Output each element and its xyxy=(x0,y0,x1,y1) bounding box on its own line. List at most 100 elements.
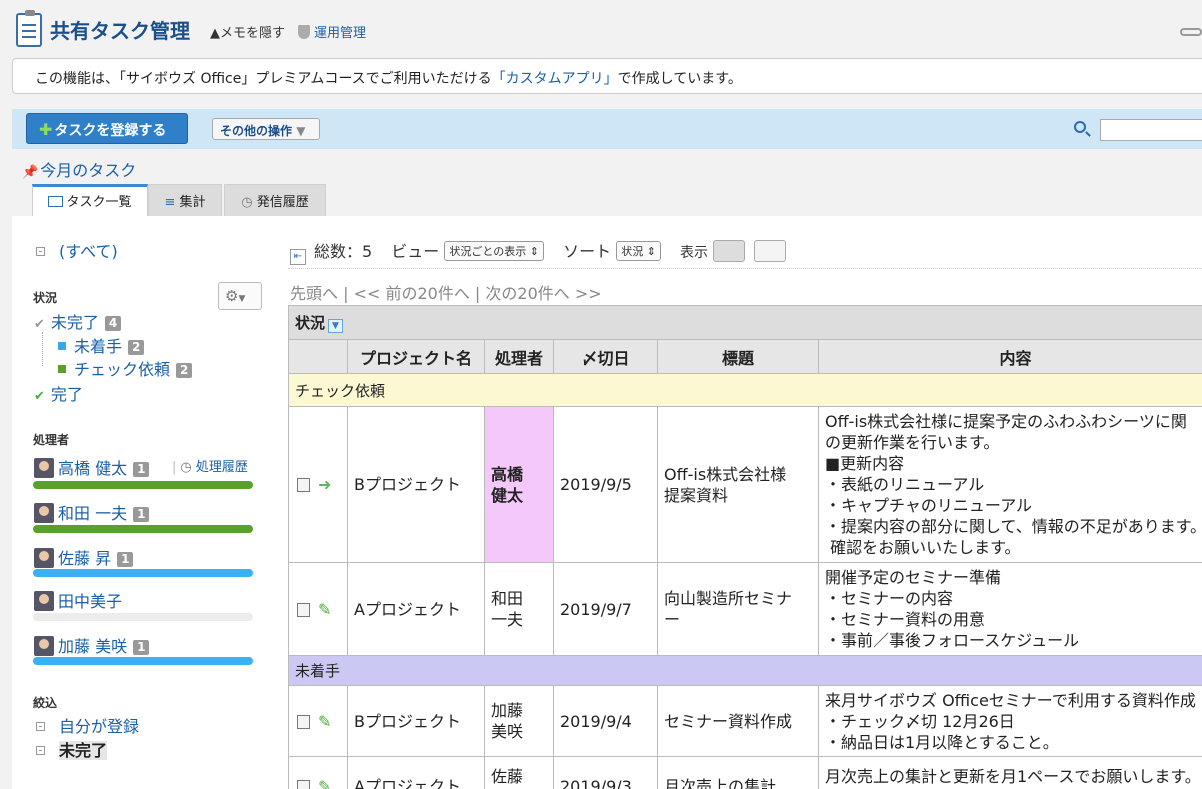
table-row[interactable]: ➜ Bプロジェクト 高橋 健太 2019/9/5 Off-is株式会社様 提案資… xyxy=(288,406,1202,563)
admin-label: 運用管理 xyxy=(314,26,367,41)
search-input[interactable] xyxy=(1100,119,1202,141)
view-label: ビュー xyxy=(391,242,440,261)
admin-link[interactable]: 運用管理 xyxy=(298,22,366,41)
status-item-not-started[interactable]: 未着手 2 xyxy=(58,333,145,357)
pencil-icon[interactable]: ✎ xyxy=(318,712,331,731)
filter-incomplete[interactable]: 未完了 xyxy=(36,737,108,761)
cell-content: 月次売上の集計と更新を月1ペースでお願いします。 ・蓄積している取引先データの読… xyxy=(817,756,1202,789)
pager: 先頭へ | << 前の20件へ | 次の20件へ >> xyxy=(290,284,602,303)
table-row[interactable]: ✎ Aプロジェクト 佐藤 昇 2019/9/3 月次売上の集計 月次売上の集計と… xyxy=(288,756,1202,789)
pencil-icon[interactable]: ✎ xyxy=(318,600,331,619)
tab-summary[interactable]: ≡ 集計 xyxy=(148,184,222,216)
expand-icon xyxy=(36,746,45,755)
cell-title[interactable]: Off-is株式会社様 提案資料 xyxy=(657,406,819,563)
plus-icon: ✚ xyxy=(39,120,53,139)
table-row[interactable]: ✎ Bプロジェクト 加藤 美咲 2019/9/4 セミナー資料作成 来月サイボウ… xyxy=(288,685,1202,757)
square-icon xyxy=(58,365,66,373)
assignee-bar xyxy=(33,613,253,621)
detail-icon[interactable] xyxy=(297,780,310,789)
assignee-name: 佐藤 昇 xyxy=(58,549,112,568)
custom-app-link[interactable]: 「カスタムアプリ」 xyxy=(492,71,618,87)
assignee-bar xyxy=(33,481,253,489)
collapse-sidebar-icon[interactable]: ⇤ xyxy=(290,249,306,265)
other-actions-label: その他の操作 xyxy=(220,124,293,138)
status-item-incomplete[interactable]: ✔ 未完了 4 xyxy=(34,309,122,333)
page-title: 共有タスク管理 xyxy=(50,19,190,43)
app-icon xyxy=(16,10,42,47)
tab-task-list-label: タスク一覧 xyxy=(66,195,132,210)
pager-prev[interactable]: << 前の20件へ xyxy=(354,284,470,303)
assignee-item[interactable]: 加藤 美咲 1 xyxy=(34,633,150,657)
assignee-item[interactable]: 田中美子 xyxy=(34,588,122,612)
check-icon: ✔ xyxy=(34,389,45,404)
group-label: チェック依頼 xyxy=(287,373,1202,407)
detail-icon[interactable] xyxy=(297,714,310,729)
pencil-icon[interactable]: ✎ xyxy=(318,777,331,789)
detail-icon[interactable] xyxy=(297,478,310,492)
cell-title[interactable]: セミナー資料作成 xyxy=(657,685,819,757)
assignee-name: 加藤 美咲 xyxy=(58,637,128,656)
cell-assignee: 高橋 健太 xyxy=(484,406,554,563)
avatar xyxy=(34,591,54,611)
table-view-button[interactable] xyxy=(754,240,787,262)
status-item-complete[interactable]: ✔ 完了 xyxy=(34,381,83,405)
settings-button[interactable]: ⚙▼ xyxy=(218,282,262,310)
arrow-right-icon[interactable]: ➜ xyxy=(318,475,331,494)
assignee-section-label: 処理者 xyxy=(33,433,70,447)
view-title[interactable]: 📌 今月のタスク xyxy=(22,157,136,181)
task-table: 状況 ▼ プロジェクト名 処理者 〆切日 標題 内容 チェック依頼 ➜ Bプロジェ… xyxy=(287,305,1202,789)
cell-project: Bプロジェクト xyxy=(347,406,485,563)
filter-incomplete-label: 未完了 xyxy=(59,741,108,760)
pager-next[interactable]: 次の20件へ >> xyxy=(485,284,601,303)
status-item-check-request[interactable]: チェック依頼 2 xyxy=(58,356,193,380)
filter-all[interactable]: (すべて) xyxy=(36,238,118,262)
other-actions-dropdown[interactable]: その他の操作 ▼ xyxy=(212,118,320,140)
hide-memo-link[interactable]: ▲メモを隠す xyxy=(210,22,285,41)
total-count: 総数：5 xyxy=(314,242,373,261)
search-icon[interactable] xyxy=(1074,121,1086,133)
add-task-label: タスクを登録する xyxy=(54,123,167,139)
detail-icon[interactable] xyxy=(297,602,310,617)
card-view-button[interactable] xyxy=(713,240,746,262)
assignee-name: 高橋 健太 xyxy=(58,459,128,478)
cell-title[interactable]: 向山製造所セミナ ー xyxy=(657,562,819,656)
filter-mine[interactable]: 自分が登録 xyxy=(36,713,139,737)
cell-project: Bプロジェクト xyxy=(347,685,485,757)
assignee-item[interactable]: 和田 一夫 1 xyxy=(34,500,150,524)
divider xyxy=(288,268,1202,269)
view-select-value: 状況ごとの表示 xyxy=(449,245,527,258)
row-actions: ➜ xyxy=(288,406,348,563)
notice-prefix: この機能は、「サイボウズ Office」プレミアムコースでご利用いただける xyxy=(35,71,492,87)
add-task-button[interactable]: ✚ タスクを登録する xyxy=(26,113,188,144)
cell-content: 来月サイボウズ Officeセミナーで利用する資料作成 ・チェック〆切 12月2… xyxy=(817,685,1202,757)
tree-line xyxy=(42,332,43,366)
link-icon[interactable] xyxy=(1180,28,1202,36)
status-header-cell[interactable]: 状況 ▼ xyxy=(287,305,1202,340)
history-link[interactable]: | ◷ 処理履歴 xyxy=(172,456,248,475)
tab-task-list[interactable]: タスク一覧 xyxy=(32,184,148,216)
assignee-item[interactable]: 高橋 健太 1 xyxy=(34,455,150,479)
chevron-down-icon: ▼ xyxy=(296,124,306,138)
column-header-project[interactable]: プロジェクト名 xyxy=(347,339,485,374)
avatar xyxy=(34,636,54,656)
column-header-due[interactable]: 〆切日 xyxy=(553,339,658,374)
column-header-content[interactable]: 内容 xyxy=(817,339,1202,374)
cell-assignee: 佐藤 昇 xyxy=(484,756,554,789)
history-link-label: 処理履歴 xyxy=(195,460,248,475)
column-header-assignee[interactable]: 処理者 xyxy=(484,339,554,374)
tab-history-label: 発信履歴 xyxy=(256,195,309,210)
chevron-down-icon[interactable]: ▼ xyxy=(328,319,344,333)
column-header-title[interactable]: 標題 xyxy=(657,339,819,374)
cell-title[interactable]: 月次売上の集計 xyxy=(657,756,819,789)
table-row[interactable]: ✎ Aプロジェクト 和田 一夫 2019/9/7 向山製造所セミナ ー 開催予定… xyxy=(288,562,1202,656)
row-actions: ✎ xyxy=(288,685,348,757)
assignee-item[interactable]: 佐藤 昇 1 xyxy=(34,545,134,569)
tab-history[interactable]: ◷ 発信履歴 xyxy=(224,184,326,216)
sort-select[interactable]: 状況 ⇕ xyxy=(616,241,661,261)
group-row-not-started: 未着手 xyxy=(287,655,1202,686)
sort-label: ソート xyxy=(563,242,612,261)
row-actions: ✎ xyxy=(288,756,348,789)
pager-first[interactable]: 先頭へ xyxy=(290,284,338,303)
status-complete-label: 完了 xyxy=(50,385,83,404)
view-select[interactable]: 状況ごとの表示 ⇕ xyxy=(444,241,544,261)
